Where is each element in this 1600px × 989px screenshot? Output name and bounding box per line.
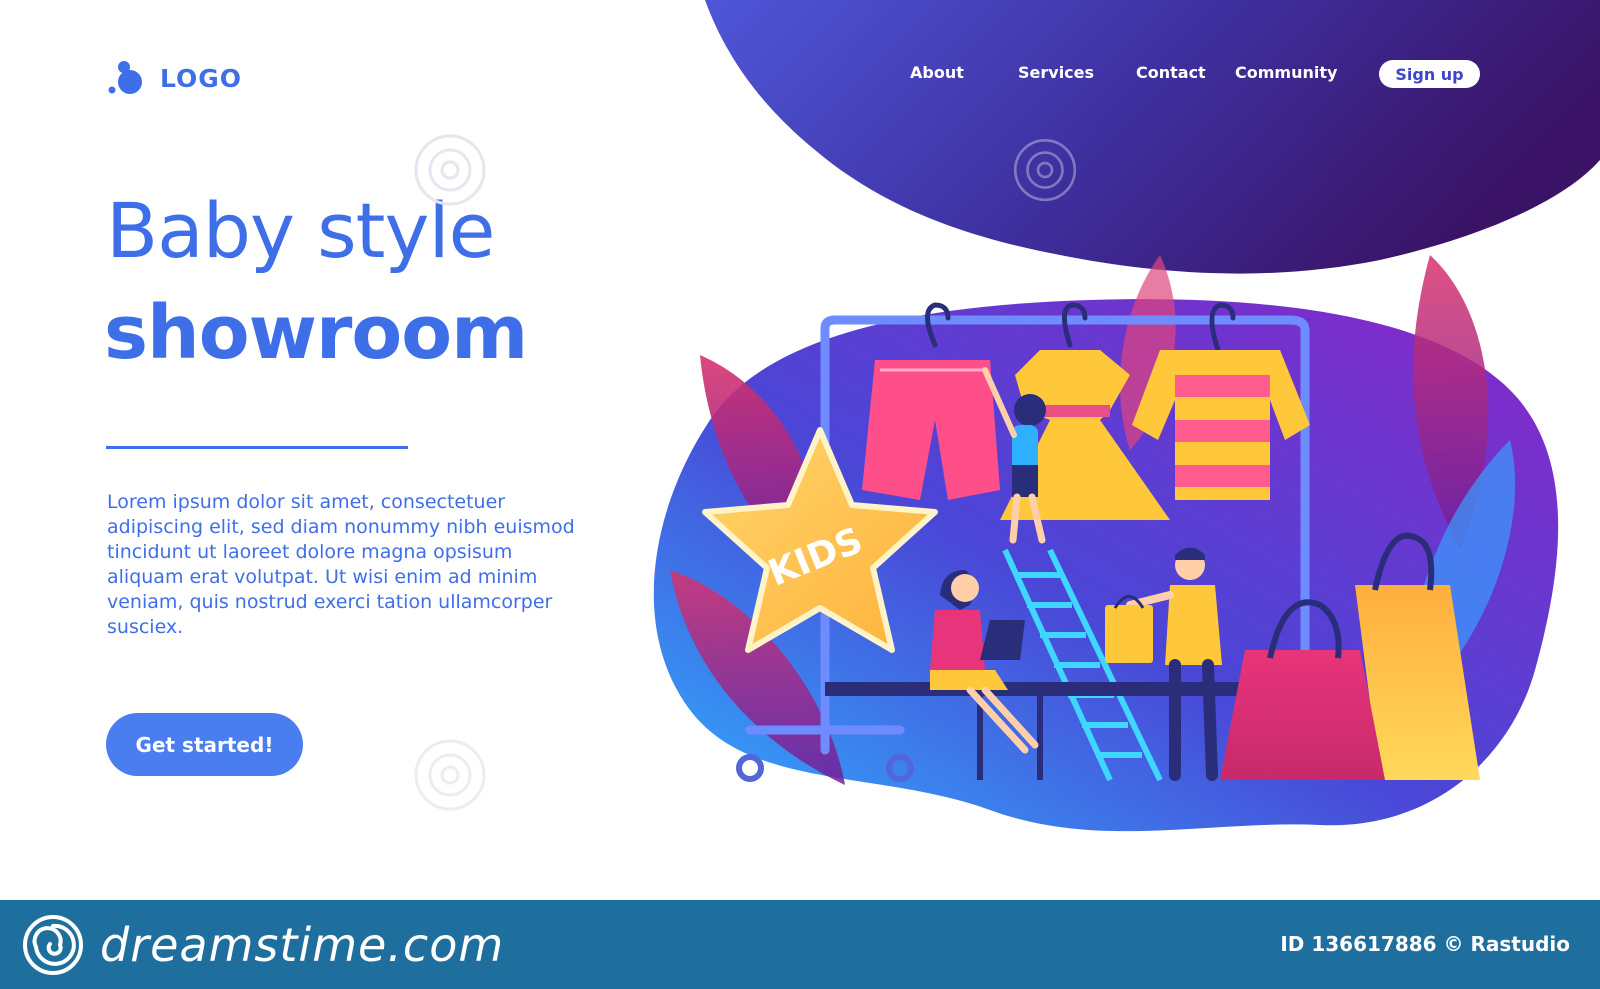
bench	[825, 682, 1265, 696]
hero-body-text: Lorem ipsum dolor sit amet, consectetuer…	[107, 491, 575, 638]
hero-title-line2: showroom	[104, 290, 528, 376]
nav-services[interactable]: Services	[1018, 63, 1094, 82]
top-nav: About Services Contact Community Sign up	[0, 60, 1600, 90]
footer-brand[interactable]: dreamstime.com	[22, 914, 504, 976]
dreamstime-spiral-icon	[23, 915, 83, 975]
watermark-spiral-icon	[414, 739, 486, 811]
get-started-button[interactable]: Get started!	[106, 713, 303, 776]
nav-about[interactable]: About	[910, 63, 964, 82]
hero-divider	[106, 446, 408, 449]
footer-brand-text: dreamstime.com	[100, 918, 505, 972]
footer-bar: dreamstime.com ID 136617886 © Rastudio	[0, 900, 1600, 989]
watermark-spiral-icon	[414, 134, 486, 206]
footer-image-id: ID 136617886 © Rastudio	[1280, 932, 1570, 956]
signup-button[interactable]: Sign up	[1379, 60, 1480, 88]
watermark-spiral-icon	[1013, 138, 1077, 202]
nav-contact[interactable]: Contact	[1136, 63, 1206, 82]
nav-community[interactable]: Community	[1235, 63, 1337, 82]
showroom-illustration: KIDS	[653, 255, 1559, 832]
